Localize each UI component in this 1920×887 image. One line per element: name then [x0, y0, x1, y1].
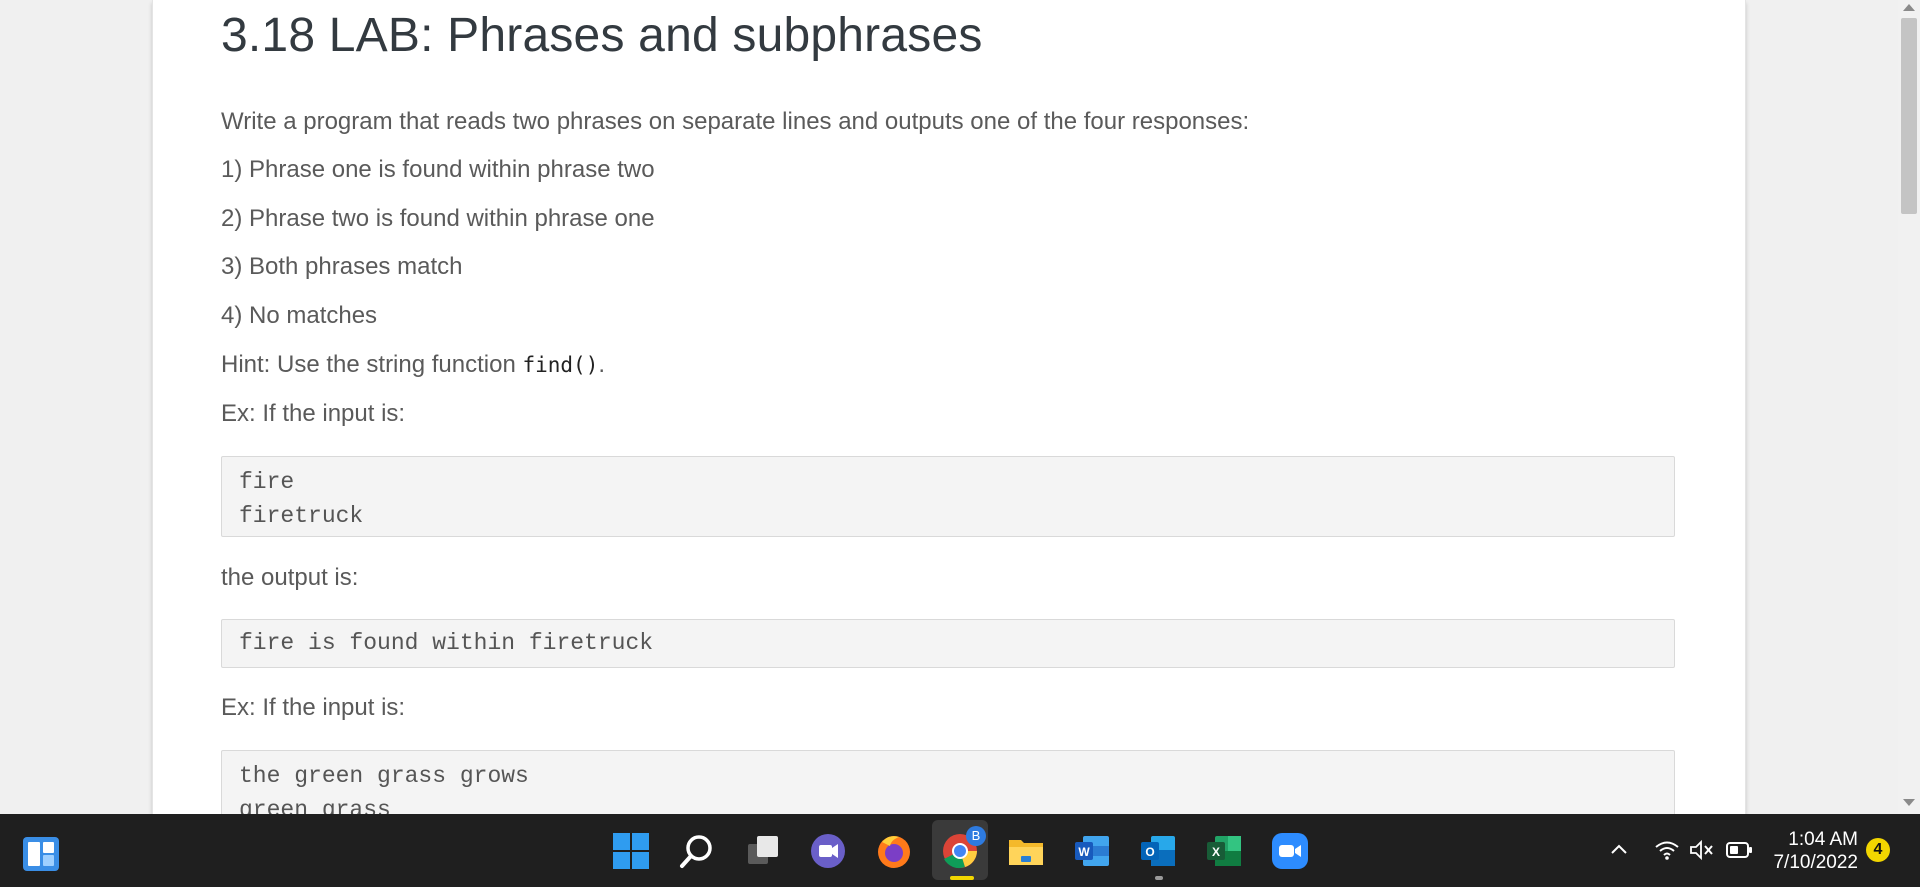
svg-text:W: W [1078, 845, 1090, 859]
clock-time: 1:04 AM [1788, 829, 1858, 850]
page-title: 3.18 LAB: Phrases and subphrases [221, 9, 983, 62]
widgets-icon[interactable] [22, 836, 60, 872]
outlook-running-indicator [1155, 876, 1163, 880]
example2-intro: Ex: If the input is: [221, 694, 406, 721]
word-icon[interactable]: W [1073, 832, 1111, 870]
firefox-icon[interactable] [875, 832, 913, 870]
example1-output-block: fire is found within firetruck [221, 619, 1675, 668]
file-explorer-icon[interactable] [1007, 832, 1045, 870]
start-icon[interactable] [612, 832, 650, 870]
hint-text: Hint: Use the string function find(). [221, 351, 605, 379]
volume-muted-icon[interactable] [1689, 839, 1715, 861]
code-line: green grass [239, 797, 391, 814]
scroll-down-arrow-icon[interactable] [1903, 799, 1915, 806]
clock-date: 7/10/2022 [1773, 852, 1858, 873]
output-intro: the output is: [221, 564, 359, 591]
response-1: 1) Phrase one is found within phrase two [221, 156, 655, 183]
search-icon[interactable] [678, 832, 716, 870]
excel-icon[interactable]: X [1205, 832, 1243, 870]
hint-code: find() [522, 353, 599, 377]
code-line: fire [239, 469, 295, 495]
task-view-icon[interactable] [744, 832, 782, 870]
example2-input-block: the green grass grows green grass [221, 750, 1675, 814]
response-4: 4) No matches [221, 302, 378, 329]
example1-input-block: fire firetruck [221, 456, 1675, 537]
scrollbar-thumb[interactable] [1901, 18, 1917, 214]
taskbar-clock[interactable]: 1:04 AM 7/10/2022 [1758, 828, 1858, 874]
example1-intro: Ex: If the input is: [221, 400, 406, 427]
lab-content-card: 3.18 LAB: Phrases and subphrases Write a… [152, 0, 1746, 814]
outlook-icon[interactable]: O [1139, 832, 1177, 870]
zoom-icon[interactable] [1271, 832, 1309, 870]
taskbar: B W O X 1:04 AM 7/10/2022 4 [0, 814, 1920, 887]
notification-count-badge[interactable]: 4 [1866, 838, 1890, 862]
show-hidden-icons-chevron-up-icon[interactable] [1610, 841, 1628, 859]
wifi-icon[interactable] [1654, 839, 1680, 861]
code-line: fire is found within firetruck [239, 630, 654, 656]
response-2: 2) Phrase two is found within phrase one [221, 205, 655, 232]
svg-text:X: X [1212, 845, 1220, 859]
chrome-running-indicator [950, 876, 974, 880]
hint-prefix: Hint: Use the string function [221, 351, 523, 378]
battery-icon[interactable] [1725, 839, 1753, 861]
response-3: 3) Both phrases match [221, 253, 463, 280]
scroll-up-arrow-icon[interactable] [1903, 4, 1915, 11]
vertical-scrollbar[interactable] [1898, 0, 1920, 814]
svg-text:O: O [1145, 845, 1154, 859]
chrome-profile-badge: B [966, 826, 986, 846]
intro-text: Write a program that reads two phrases o… [221, 108, 1250, 135]
chat-icon[interactable] [809, 832, 847, 870]
code-line: firetruck [239, 503, 364, 529]
hint-suffix: . [598, 351, 606, 378]
code-line: the green grass grows [239, 763, 529, 789]
